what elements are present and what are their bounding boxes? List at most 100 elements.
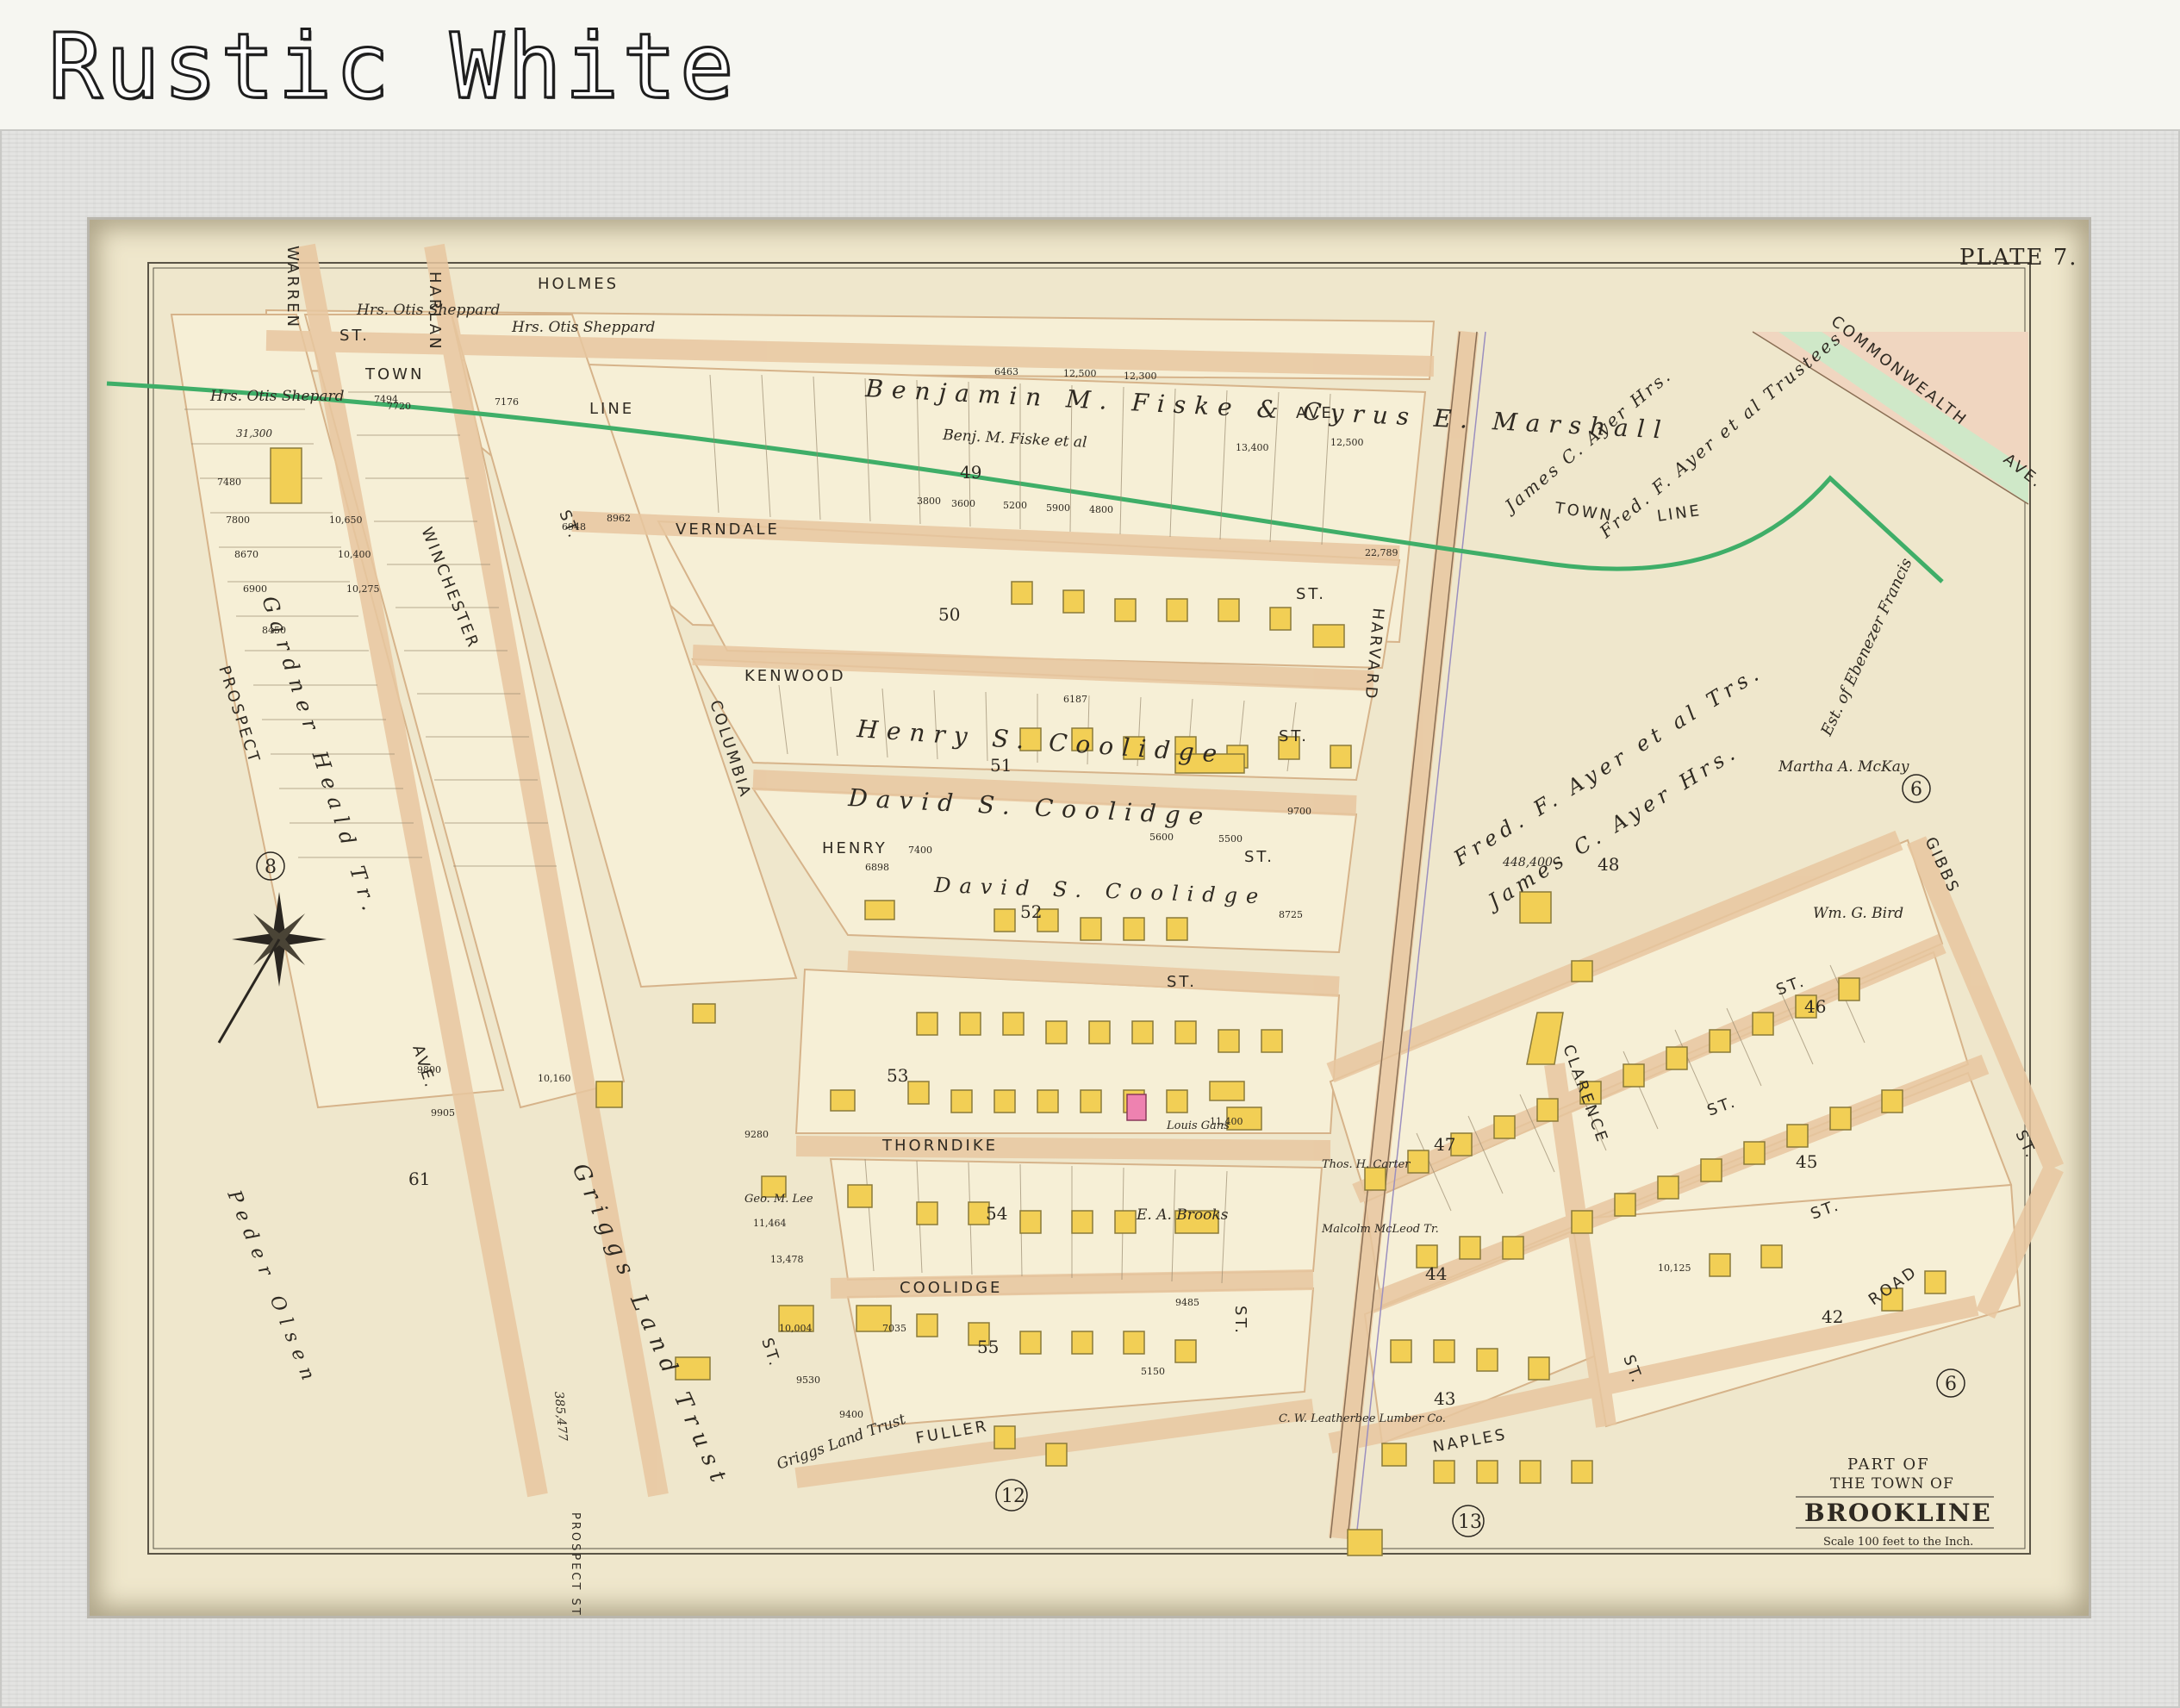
lot-dim: 9905 — [431, 1107, 455, 1119]
owner-mckay: Martha A. McKay — [1778, 758, 1909, 776]
block-number-47: 47 — [1434, 1134, 1455, 1155]
lot-dim: 4800 — [1089, 504, 1113, 515]
block-number-42: 42 — [1822, 1306, 1843, 1327]
map-canvas: PLATE 7. HOLMES WARREN ST. HARLAN AVE. C… — [106, 243, 2078, 1616]
lot-dim: 10,125 — [1658, 1262, 1691, 1274]
street-label-henry-st: ST. — [1244, 848, 1274, 866]
lot-dim: 8962 — [607, 513, 631, 524]
lot-dim: 10,650 — [329, 514, 363, 526]
lot-dim: 10,004 — [779, 1323, 813, 1334]
street-label-verndale: VERNDALE — [676, 521, 780, 539]
owner-carter: Thos. H. Carter — [1322, 1158, 1411, 1171]
street-label-naples: NAPLES — [1431, 1425, 1509, 1456]
lot-dim: 8670 — [234, 549, 258, 560]
block-number-49: 49 — [960, 462, 981, 483]
block-number-43: 43 — [1434, 1388, 1455, 1409]
lot-dim: 9800 — [417, 1064, 441, 1075]
lot-dim: 5150 — [1141, 1366, 1165, 1377]
block-number-54: 54 — [986, 1203, 1007, 1224]
title-scale: Scale 100 feet to the Inch. — [1823, 1536, 1973, 1549]
lot-dim: 6187 — [1063, 694, 1087, 705]
lot-dim: 8725 — [1279, 909, 1303, 920]
lot-dim: 9400 — [839, 1409, 863, 1420]
owner-francis: Est. of Ebenezer Francis — [1817, 556, 1915, 740]
street-label-columbia-st: ST. — [1167, 973, 1197, 991]
title-the-town-of: THE TOWN OF — [1830, 1475, 1954, 1493]
street-label-holmes: HOLMES — [538, 275, 619, 293]
block-number-45: 45 — [1796, 1151, 1817, 1172]
lot-dim: 13,478 — [770, 1254, 804, 1265]
circled-number-8: 8 — [265, 857, 277, 878]
lot-dim: 10,400 — [338, 549, 371, 560]
lot-dim: 7035 — [882, 1323, 906, 1334]
title-cartouche: PART OF THE TOWN OF BROOKLINE Scale 100 … — [1796, 1456, 1994, 1549]
lot-dim: 9485 — [1175, 1297, 1199, 1308]
circled-number-6-north: 6 — [1910, 779, 1922, 801]
owner-lee: Geo. M. Lee — [744, 1193, 813, 1206]
banner: Rustic White — [0, 0, 2180, 129]
town-line-label-line-west: LINE — [589, 400, 634, 418]
circled-number-12: 12 — [1001, 1486, 1025, 1507]
lot-dim: 10,275 — [346, 583, 380, 595]
block-number-48: 48 — [1598, 854, 1619, 875]
lot-dim: 7494 — [374, 394, 398, 405]
lot-dim: 6948 — [562, 521, 586, 533]
owner-shepard-area: 31,300 — [236, 427, 272, 439]
street-label-harvard-st: ST. — [1231, 1306, 1249, 1336]
block-number-52: 52 — [1020, 901, 1042, 922]
lot-dim: 13,400 — [1236, 442, 1269, 453]
owner-ayer-acreage: 448,400 — [1502, 856, 1553, 870]
town-line-label-town-west: TOWN — [364, 365, 424, 383]
block-number-46: 46 — [1804, 996, 1826, 1017]
lot-dim: 7400 — [908, 845, 932, 856]
owner-otis-sheppard-2: Hrs. Otis Sheppard — [511, 319, 655, 336]
lot-dim: 6463 — [994, 366, 1018, 377]
lot-dim: 9280 — [744, 1129, 769, 1140]
plate-number: PLATE 7. — [1959, 245, 2078, 271]
lot-dim: 7800 — [226, 514, 250, 526]
title-part-of: PART OF — [1847, 1456, 1930, 1474]
owner-griggs-area: 385,477 — [551, 1391, 570, 1442]
pink-building — [1126, 1094, 1147, 1121]
lot-dim: 8450 — [262, 625, 286, 636]
lot-dim: 11,464 — [753, 1218, 787, 1229]
lot-dim: 9530 — [796, 1375, 820, 1386]
lot-dim: 11,400 — [1210, 1116, 1243, 1127]
street-label-thorndike: THORNDIKE — [881, 1137, 998, 1155]
street-label-kenwood: KENWOOD — [744, 667, 846, 685]
owner-malcolm: Malcolm McLeod Tr. — [1321, 1223, 1439, 1236]
block-number-53: 53 — [887, 1065, 908, 1086]
banner-title: Rustic White — [47, 14, 738, 119]
lot-dim: 6900 — [243, 583, 267, 595]
map-print: PLATE 7. HOLMES WARREN ST. HARLAN AVE. C… — [90, 220, 2089, 1616]
lot-dim: 10,160 — [538, 1073, 571, 1084]
owner-otis-shepard: Hrs. Otis Shepard — [209, 388, 345, 405]
lot-dim: 12,500 — [1063, 368, 1097, 379]
lot-dim: 12,500 — [1330, 437, 1364, 448]
lot-dim: 7480 — [217, 477, 241, 488]
owner-brooks: E. A. Brooks — [1136, 1206, 1229, 1224]
circled-number-6-south: 6 — [1945, 1374, 1957, 1395]
street-label-warren-st: ST. — [339, 327, 370, 345]
street-label-warren: WARREN — [283, 246, 302, 329]
circled-number-13: 13 — [1458, 1512, 1482, 1533]
street-label-kenwood-st: ST. — [1279, 727, 1309, 745]
lot-dim: 7176 — [495, 396, 519, 408]
town-line-label-line: LINE — [1656, 502, 1704, 526]
lot-dim: 3600 — [951, 498, 975, 509]
street-label-prospect-st: PROSPECT ST — [569, 1512, 582, 1616]
title-brookline: BROOKLINE — [1804, 1499, 1992, 1527]
lot-dim: 3800 — [917, 496, 941, 507]
picture-frame: PLATE 7. HOLMES WARREN ST. HARLAN AVE. C… — [0, 129, 2180, 1708]
street-label-henry: HENRY — [822, 839, 888, 857]
block-number-51: 51 — [990, 755, 1012, 776]
street-label-columbia-lower-st: ST. — [757, 1336, 784, 1370]
lot-dim: 5900 — [1046, 502, 1070, 514]
lot-dim: 5200 — [1003, 500, 1027, 511]
lot-dim: 5500 — [1218, 833, 1243, 845]
block-number-61: 61 — [408, 1169, 430, 1189]
block-number-50: 50 — [938, 604, 960, 625]
block-number-44: 44 — [1425, 1263, 1447, 1284]
street-label-verndale-st: ST. — [1296, 585, 1326, 603]
block-number-55: 55 — [977, 1337, 999, 1357]
